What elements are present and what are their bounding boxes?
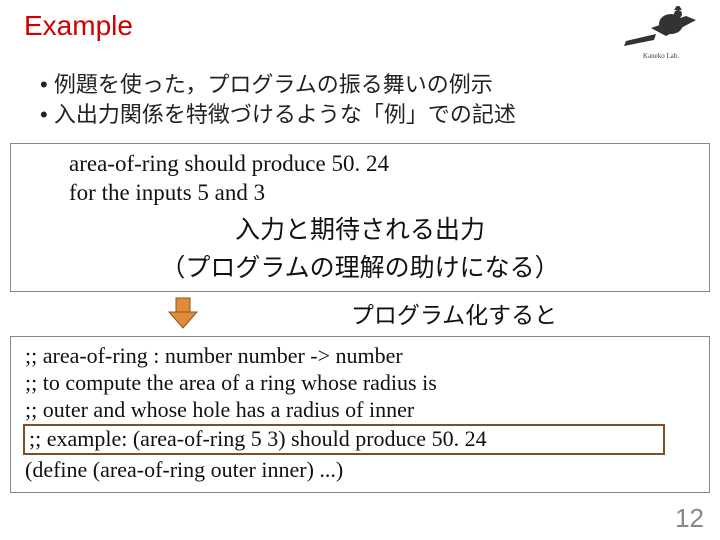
witch-logo: Kaneko Lab. bbox=[616, 6, 706, 62]
example-line: for the inputs 5 and 3 bbox=[21, 179, 699, 208]
code-line-highlighted: ;; example: (area-of-ring 5 3) should pr… bbox=[23, 424, 665, 455]
slide: Example Kaneko Lab. 例題を使った，プログラムの振る舞いの例示… bbox=[0, 0, 720, 540]
bullet-item: 入出力関係を特徴づけるような「例」での記述 bbox=[40, 100, 720, 130]
code-line: ;; to compute the area of a ring whose r… bbox=[25, 370, 699, 397]
slide-title: Example bbox=[0, 10, 720, 42]
code-line: ;; area-of-ring : number number -> numbe… bbox=[25, 343, 699, 370]
down-arrow-icon bbox=[163, 296, 203, 330]
witch-icon: Kaneko Lab. bbox=[616, 6, 706, 62]
svg-text:Kaneko Lab.: Kaneko Lab. bbox=[643, 52, 679, 60]
code-box: ;; area-of-ring : number number -> numbe… bbox=[10, 336, 710, 493]
code-line: (define (area-of-ring outer inner) ...) bbox=[25, 457, 699, 484]
arrow-label: プログラム化すると bbox=[351, 296, 557, 330]
code-line: ;; outer and whose hole has a radius of … bbox=[25, 397, 699, 424]
bullet-list: 例題を使った，プログラムの振る舞いの例示 入出力関係を特徴づけるような「例」での… bbox=[40, 70, 720, 129]
bullet-item: 例題を使った，プログラムの振る舞いの例示 bbox=[40, 70, 720, 100]
example-annotation: （プログラムの理解の助けになる） bbox=[21, 252, 699, 285]
example-annotation: 入力と期待される出力 bbox=[21, 214, 699, 247]
example-line: area-of-ring should produce 50. 24 bbox=[21, 150, 699, 179]
arrow-row: プログラム化すると bbox=[0, 296, 720, 330]
example-box: area-of-ring should produce 50. 24 for t… bbox=[10, 143, 710, 292]
page-number: 12 bbox=[675, 503, 704, 534]
